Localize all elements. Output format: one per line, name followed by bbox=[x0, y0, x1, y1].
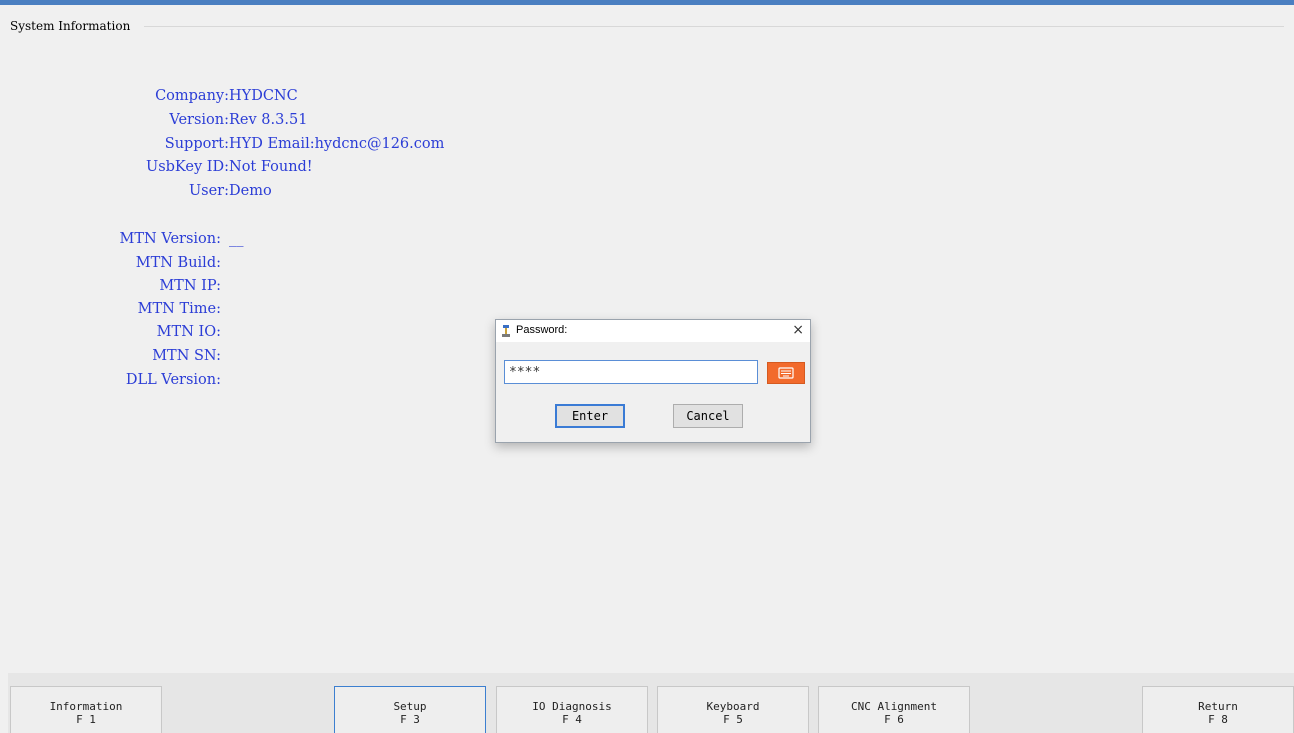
mtn-row-time: MTN Time: bbox=[0, 301, 600, 321]
info-label: Support: bbox=[164, 136, 229, 152]
app-icon bbox=[502, 325, 510, 337]
window-top-bar bbox=[0, 0, 1294, 5]
info-label: Company: bbox=[155, 88, 229, 104]
info-value: Rev 8.3.51 bbox=[229, 112, 308, 128]
close-icon[interactable]: × bbox=[792, 322, 804, 338]
info-row-support: Support: HYD Email:hydcnc@126.com bbox=[0, 136, 600, 156]
f5-keyboard-button[interactable]: Keyboard F 5 bbox=[657, 686, 809, 733]
mtn-label: MTN IP: bbox=[159, 278, 221, 294]
password-dialog: Password: × Enter Cancel bbox=[495, 319, 811, 443]
fkey-shortcut: F 5 bbox=[723, 713, 743, 726]
info-label: UsbKey ID: bbox=[145, 159, 229, 175]
info-value: HYD Email:hydcnc@126.com bbox=[229, 136, 445, 152]
group-title: System Information bbox=[10, 19, 135, 33]
fkey-label: Return bbox=[1198, 700, 1238, 713]
fkey-shortcut: F 8 bbox=[1208, 713, 1228, 726]
fkey-label: Information bbox=[49, 700, 123, 713]
f6-cnc-alignment-button[interactable]: CNC Alignment F 6 bbox=[818, 686, 970, 733]
info-row-user: User: Demo bbox=[0, 183, 600, 203]
mtn-label: MTN Build: bbox=[135, 255, 221, 271]
mtn-label: MTN IO: bbox=[156, 324, 221, 340]
fkey-shortcut: F 3 bbox=[400, 713, 420, 726]
info-row-company: Company: HYDCNC bbox=[0, 88, 600, 108]
function-key-bar bbox=[8, 673, 1294, 733]
info-label: User: bbox=[188, 183, 229, 199]
fkey-label: Keyboard bbox=[706, 700, 760, 713]
dialog-title-bar[interactable]: Password: × bbox=[496, 320, 810, 342]
info-value: Demo bbox=[229, 183, 272, 199]
mtn-label: MTN SN: bbox=[152, 348, 221, 364]
fkey-label: CNC Alignment bbox=[850, 700, 938, 713]
f4-io-diagnosis-button[interactable]: IO Diagnosis F 4 bbox=[496, 686, 648, 733]
keyboard-icon bbox=[778, 367, 794, 379]
fkey-shortcut: F 1 bbox=[76, 713, 96, 726]
mtn-label: MTN Version: bbox=[119, 231, 222, 247]
virtual-keyboard-button[interactable] bbox=[767, 362, 805, 384]
enter-button[interactable]: Enter bbox=[555, 404, 625, 428]
fkey-shortcut: F 4 bbox=[562, 713, 582, 726]
fkey-label: IO Diagnosis bbox=[532, 700, 612, 713]
mtn-label: DLL Version: bbox=[125, 372, 221, 388]
f3-setup-button[interactable]: Setup F 3 bbox=[334, 686, 486, 733]
fkey-shortcut: F 6 bbox=[884, 713, 904, 726]
mtn-value: __ bbox=[229, 231, 244, 247]
mtn-row-ip: MTN IP: bbox=[0, 278, 600, 298]
mtn-label: MTN Time: bbox=[137, 301, 221, 317]
dialog-title: Password: bbox=[516, 324, 568, 336]
info-label: Version: bbox=[169, 112, 229, 128]
info-row-version: Version: Rev 8.3.51 bbox=[0, 112, 600, 132]
mtn-row-build: MTN Build: bbox=[0, 255, 600, 275]
password-input[interactable] bbox=[504, 360, 758, 384]
info-row-usbkey: UsbKey ID: Not Found! bbox=[0, 159, 600, 179]
info-value: HYDCNC bbox=[229, 88, 298, 104]
cancel-button[interactable]: Cancel bbox=[673, 404, 743, 428]
fkey-label: Setup bbox=[393, 700, 427, 713]
f1-information-button[interactable]: Information F 1 bbox=[10, 686, 162, 733]
f8-return-button[interactable]: Return F 8 bbox=[1142, 686, 1294, 733]
mtn-row-version: MTN Version: __ bbox=[0, 231, 600, 251]
group-box-border bbox=[144, 26, 1284, 27]
info-value: Not Found! bbox=[229, 159, 313, 175]
